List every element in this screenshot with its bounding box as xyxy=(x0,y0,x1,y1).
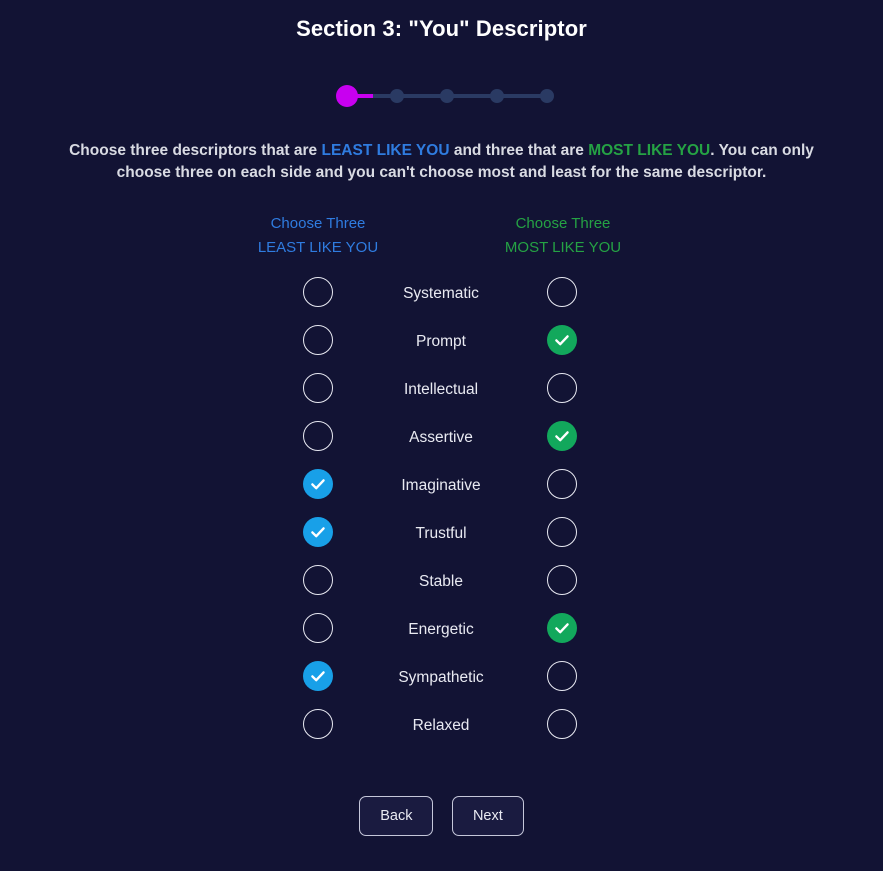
least-radio-systematic[interactable] xyxy=(303,277,333,307)
descriptor-label: Assertive xyxy=(409,429,473,446)
instructions-most-highlight: MOST LIKE YOU xyxy=(588,142,711,159)
column-header-least-line1: Choose Three xyxy=(270,215,366,232)
survey-page: Section 3: "You" Descriptor Choose three… xyxy=(0,0,883,871)
column-header-least-line2: LEAST LIKE YOU xyxy=(257,239,379,256)
least-radio-intellectual[interactable] xyxy=(303,373,333,403)
descriptor-label: Relaxed xyxy=(412,717,470,734)
stepper-dot[interactable] xyxy=(439,89,454,103)
most-radio-relaxed[interactable] xyxy=(547,709,577,739)
descriptor-label: Systematic xyxy=(403,285,479,302)
most-radio-trustful[interactable] xyxy=(547,517,577,547)
descriptor-row: Imaginative xyxy=(0,462,883,510)
descriptor-label: Intellectual xyxy=(403,381,479,398)
most-radio-assertive[interactable] xyxy=(547,421,577,451)
descriptor-label: Prompt xyxy=(416,333,466,350)
page-title: Section 3: "You" Descriptor xyxy=(296,16,587,41)
most-radio-prompt[interactable] xyxy=(547,325,577,355)
least-radio-stable[interactable] xyxy=(303,565,333,595)
stepper-dot[interactable] xyxy=(389,89,404,103)
descriptor-row: Sympathetic xyxy=(0,654,883,702)
least-radio-imaginative[interactable] xyxy=(303,469,333,499)
back-button[interactable]: Back xyxy=(359,796,434,836)
descriptor-row: Prompt xyxy=(0,318,883,366)
column-header-most-line1: Choose Three xyxy=(515,215,611,232)
column-header-least: Choose Three LEAST LIKE YOU xyxy=(218,212,418,260)
most-radio-imaginative[interactable] xyxy=(547,469,577,499)
most-radio-stable[interactable] xyxy=(547,565,577,595)
progress-stepper xyxy=(0,84,883,108)
navigation-buttons: Back Next xyxy=(0,796,883,836)
most-radio-intellectual[interactable] xyxy=(547,373,577,403)
instructions-part1: Choose three descriptors that are xyxy=(69,142,322,159)
descriptor-label: Sympathetic xyxy=(398,669,484,686)
least-radio-sympathetic[interactable] xyxy=(303,661,333,691)
least-radio-trustful[interactable] xyxy=(303,517,333,547)
stepper-dot[interactable] xyxy=(489,89,504,103)
descriptor-row: Assertive xyxy=(0,414,883,462)
descriptor-row: Intellectual xyxy=(0,366,883,414)
least-radio-energetic[interactable] xyxy=(303,613,333,643)
instructions-least-highlight: LEAST LIKE YOU xyxy=(321,142,450,159)
instructions-text: Choose three descriptors that are LEAST … xyxy=(45,140,838,184)
most-radio-systematic[interactable] xyxy=(547,277,577,307)
most-radio-sympathetic[interactable] xyxy=(547,661,577,691)
descriptor-row: Energetic xyxy=(0,606,883,654)
column-header-most-line2: MOST LIKE YOU xyxy=(504,239,622,256)
descriptor-row: Trustful xyxy=(0,510,883,558)
stepper-connector-active xyxy=(355,94,373,98)
least-radio-relaxed[interactable] xyxy=(303,709,333,739)
column-header-most: Choose Three MOST LIKE YOU xyxy=(463,212,663,260)
next-button[interactable]: Next xyxy=(451,796,524,836)
descriptor-row: Stable xyxy=(0,558,883,606)
stepper-dot-current[interactable] xyxy=(335,85,358,107)
descriptor-row: Systematic xyxy=(0,270,883,318)
descriptor-label: Imaginative xyxy=(401,477,481,494)
descriptor-list: Systematic Prompt Intellectual Assertive Ima… xyxy=(0,270,883,750)
least-radio-prompt[interactable] xyxy=(303,325,333,355)
descriptor-label: Stable xyxy=(419,573,463,590)
instructions-part2: and three that are xyxy=(449,142,589,159)
descriptor-label: Trustful xyxy=(415,525,467,542)
most-radio-energetic[interactable] xyxy=(547,613,577,643)
least-radio-assertive[interactable] xyxy=(303,421,333,451)
descriptor-row: Relaxed xyxy=(0,702,883,750)
stepper-dot[interactable] xyxy=(539,89,554,103)
column-headers: Choose Three LEAST LIKE YOU Choose Three… xyxy=(0,212,883,260)
descriptor-label: Energetic xyxy=(408,621,474,638)
